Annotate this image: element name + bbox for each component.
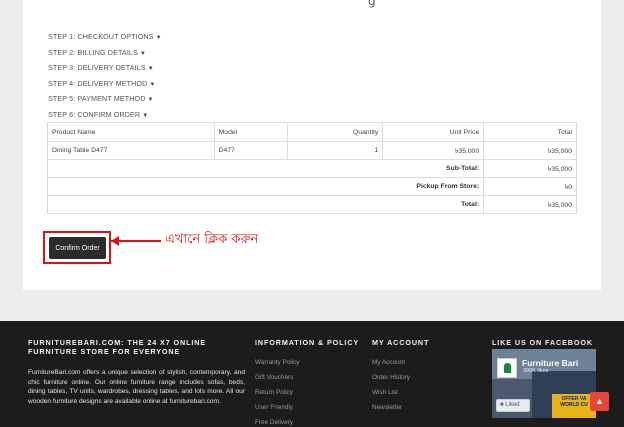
caret-down-icon: ▼ <box>155 35 162 41</box>
grand-total-row: Total: ৳35,000 <box>46 195 577 214</box>
grand-total-value: ৳35,000 <box>483 195 577 214</box>
facebook-page-logo <box>497 358 517 378</box>
caret-down-icon: ▼ <box>149 81 156 88</box>
footer-info-policy: INFORMATION & POLICY Warranty Policy Gif… <box>255 338 365 427</box>
header-unit-price: Unit Price <box>382 122 485 142</box>
caret-down-icon: ▼ <box>147 97 154 104</box>
cell-product-name[interactable]: Dining Table D477 <box>47 141 215 160</box>
chevron-up-icon: ▲ <box>595 396 604 406</box>
step-delivery-method[interactable]: STEP 4: DELIVERY METHOD ▼ <box>48 78 162 94</box>
footer-link-order-history[interactable]: Order History <box>372 372 482 387</box>
footer-facebook-heading: LIKE US ON FACEBOOK <box>492 338 593 347</box>
step-label: STEP 2: BILLING DETAILS <box>48 47 138 57</box>
footer-link-return-policy[interactable]: Return Policy <box>255 387 365 402</box>
scroll-to-top-button[interactable]: ▲ <box>590 392 609 411</box>
cell-unit-price: ৳35,000 <box>382 141 485 160</box>
cell-total: ৳35,000 <box>483 141 577 160</box>
cut-off-heading-glyph: g <box>368 0 376 8</box>
checkout-steps: STEP 1: CHECKOUT OPTIONS ▼ STEP 2: BILLIN… <box>48 31 162 125</box>
step-payment-method[interactable]: STEP 5: PAYMENT METHOD ▼ <box>48 93 162 109</box>
confirm-order-button[interactable]: Confirm Order <box>49 237 106 259</box>
table-row: Dining Table D477 D477 1 ৳35,000 ৳35,000 <box>47 141 577 160</box>
facebook-liked-button[interactable]: ■ Liked <box>496 399 530 412</box>
annotation-click-here: এখানে ক্লিক করুন <box>165 232 259 247</box>
step-label: STEP 1: CHECKOUT OPTIONS <box>48 32 154 41</box>
logo-mark <box>504 363 511 373</box>
caret-down-icon: ▼ <box>142 112 149 119</box>
shipping-row: Pickup From Store: ৳0 <box>46 177 577 196</box>
facebook-liked-label: Liked <box>505 402 520 408</box>
annotation-arrow-icon <box>111 236 119 246</box>
footer-link-user-friendly[interactable]: User Friendly <box>255 402 365 417</box>
step-label: STEP 3: DELIVERY DETAILS <box>48 63 146 73</box>
footer-facebook: LIKE US ON FACEBOOK <box>492 338 602 348</box>
step-billing-details[interactable]: STEP 2: BILLING DETAILS ▼ <box>48 47 162 63</box>
footer-link-free-delivery[interactable]: Free Delivery <box>255 417 365 427</box>
subtotal-value: ৳35,000 <box>483 159 577 178</box>
shipping-label: Pickup From Store: <box>46 177 485 196</box>
footer-link-warranty-policy[interactable]: Warranty Policy <box>255 357 365 372</box>
caret-down-icon: ▼ <box>147 66 154 73</box>
step-label: STEP 6: CONFIRM ORDER <box>48 109 141 119</box>
facebook-page-widget[interactable]: OFFER VA WORLD CU Furniture Bari 390K li… <box>492 349 596 418</box>
header-model: Model <box>213 122 289 142</box>
caret-down-icon: ▼ <box>139 50 146 57</box>
facebook-likes-count: 390K likes <box>523 368 549 374</box>
header-total: Total <box>483 122 577 142</box>
header-product-name: Product Name <box>47 122 215 142</box>
facebook-page-name[interactable]: Furniture Bari <box>522 358 578 368</box>
cell-quantity: 1 <box>287 141 384 160</box>
subtotal-label: Sub-Total: <box>46 159 485 178</box>
footer-link-newsletter[interactable]: Newsletter <box>372 402 482 417</box>
order-summary-table: Product Name Model Quantity Unit Price T… <box>46 122 577 214</box>
step-label: STEP 4: DELIVERY METHOD <box>48 78 148 88</box>
shipping-value: ৳0 <box>483 177 577 196</box>
cell-model: D477 <box>213 141 289 160</box>
subtotal-row: Sub-Total: ৳35,000 <box>46 159 577 178</box>
footer-about-text: FurnitureBari.com offers a unique select… <box>28 369 245 406</box>
step-label: STEP 5: PAYMENT METHOD <box>48 94 146 104</box>
footer-about-heading: FURNITUREBARI.COM: THE 24 X7 ONLINE FURN… <box>28 338 207 356</box>
step-delivery-details[interactable]: STEP 3: DELIVERY DETAILS ▼ <box>48 62 162 78</box>
footer-link-wish-list[interactable]: Wish List <box>372 387 482 402</box>
thumbs-up-icon: ■ <box>500 402 504 408</box>
footer-link-my-account[interactable]: My Account <box>372 357 482 372</box>
header-quantity: Quantity <box>287 122 384 142</box>
footer-link-gift-vouchers[interactable]: Gift Vouchers <box>255 372 365 387</box>
footer-account-heading: MY ACCOUNT <box>372 338 430 347</box>
step-checkout-options[interactable]: STEP 1: CHECKOUT OPTIONS ▼ <box>48 31 162 47</box>
footer-about: FURNITUREBARI.COM: THE 24 X7 ONLINE FURN… <box>28 338 245 407</box>
grand-total-label: Total: <box>46 195 485 214</box>
footer-my-account: MY ACCOUNT My Account Order History Wish… <box>372 338 482 417</box>
confirm-highlight-box: Confirm Order <box>43 231 111 264</box>
footer-info-heading: INFORMATION & POLICY <box>255 338 360 347</box>
table-header-row: Product Name Model Quantity Unit Price T… <box>47 122 577 142</box>
